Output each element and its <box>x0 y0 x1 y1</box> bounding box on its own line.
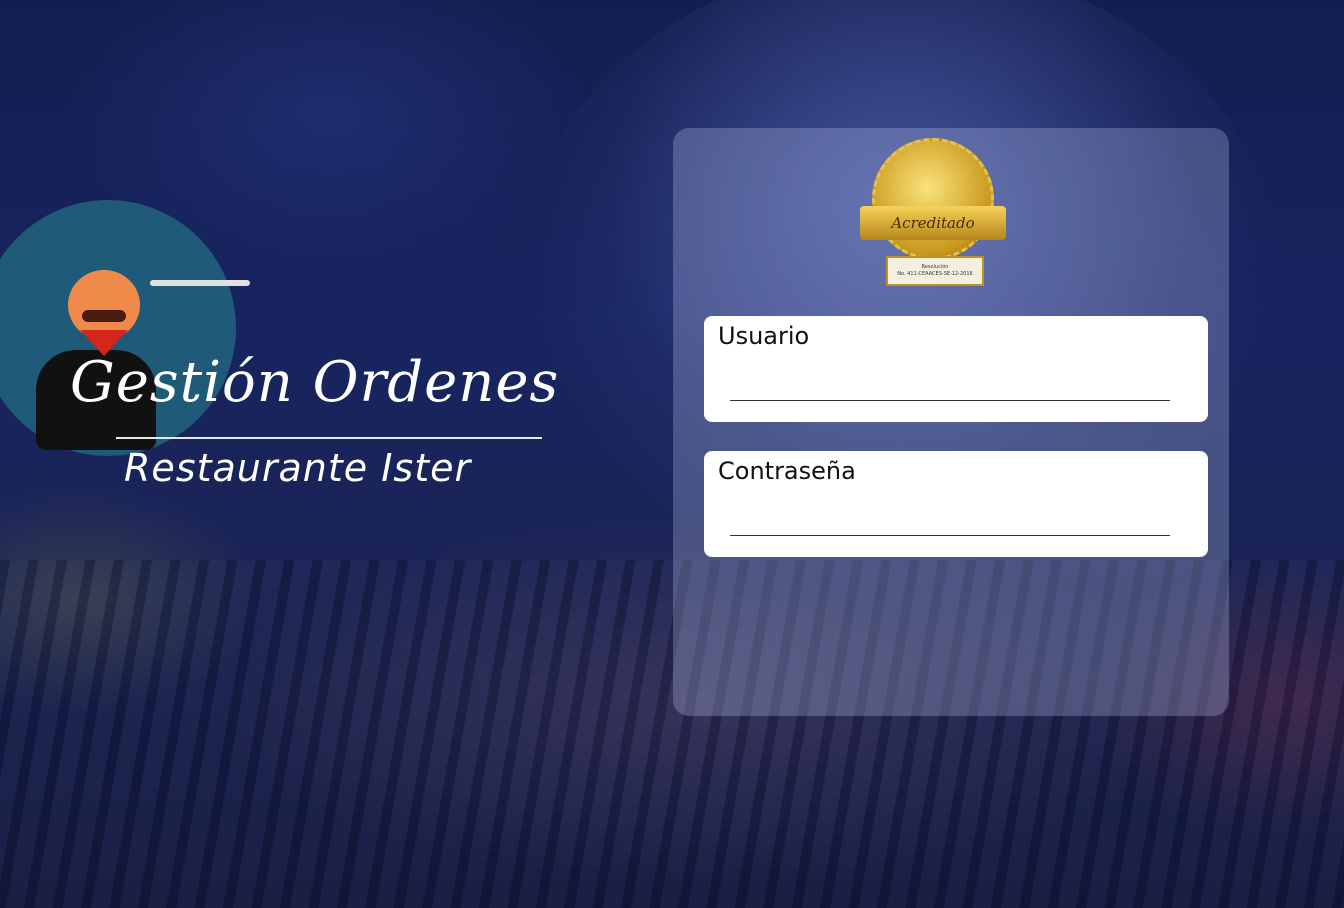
title-divider <box>116 437 542 439</box>
password-input[interactable] <box>730 503 1170 536</box>
logo-tray <box>150 280 250 286</box>
plaque-line-2: No. 411-CEAACES-SE-12-2016 <box>897 271 973 277</box>
seal-ribbon: Acreditado <box>860 206 1006 240</box>
logo-moustache <box>82 310 126 322</box>
app-subtitle: Restaurante Ister <box>124 446 472 490</box>
app-title: Gestión Ordenes <box>70 350 560 415</box>
accreditation-seal-icon: Acreditado Resolución No. 411-CEAACES-SE… <box>858 138 1008 286</box>
password-label: Contraseña <box>718 457 856 485</box>
password-field: Contraseña <box>704 451 1208 557</box>
seal-plaque: Resolución No. 411-CEAACES-SE-12-2016 <box>886 256 984 286</box>
username-input[interactable] <box>730 368 1170 401</box>
seal-medal <box>872 138 994 260</box>
username-field: Usuario <box>704 316 1208 422</box>
logo-chef-face <box>68 270 140 340</box>
plaque-line-1: Resolución <box>921 264 949 270</box>
username-label: Usuario <box>718 322 810 350</box>
